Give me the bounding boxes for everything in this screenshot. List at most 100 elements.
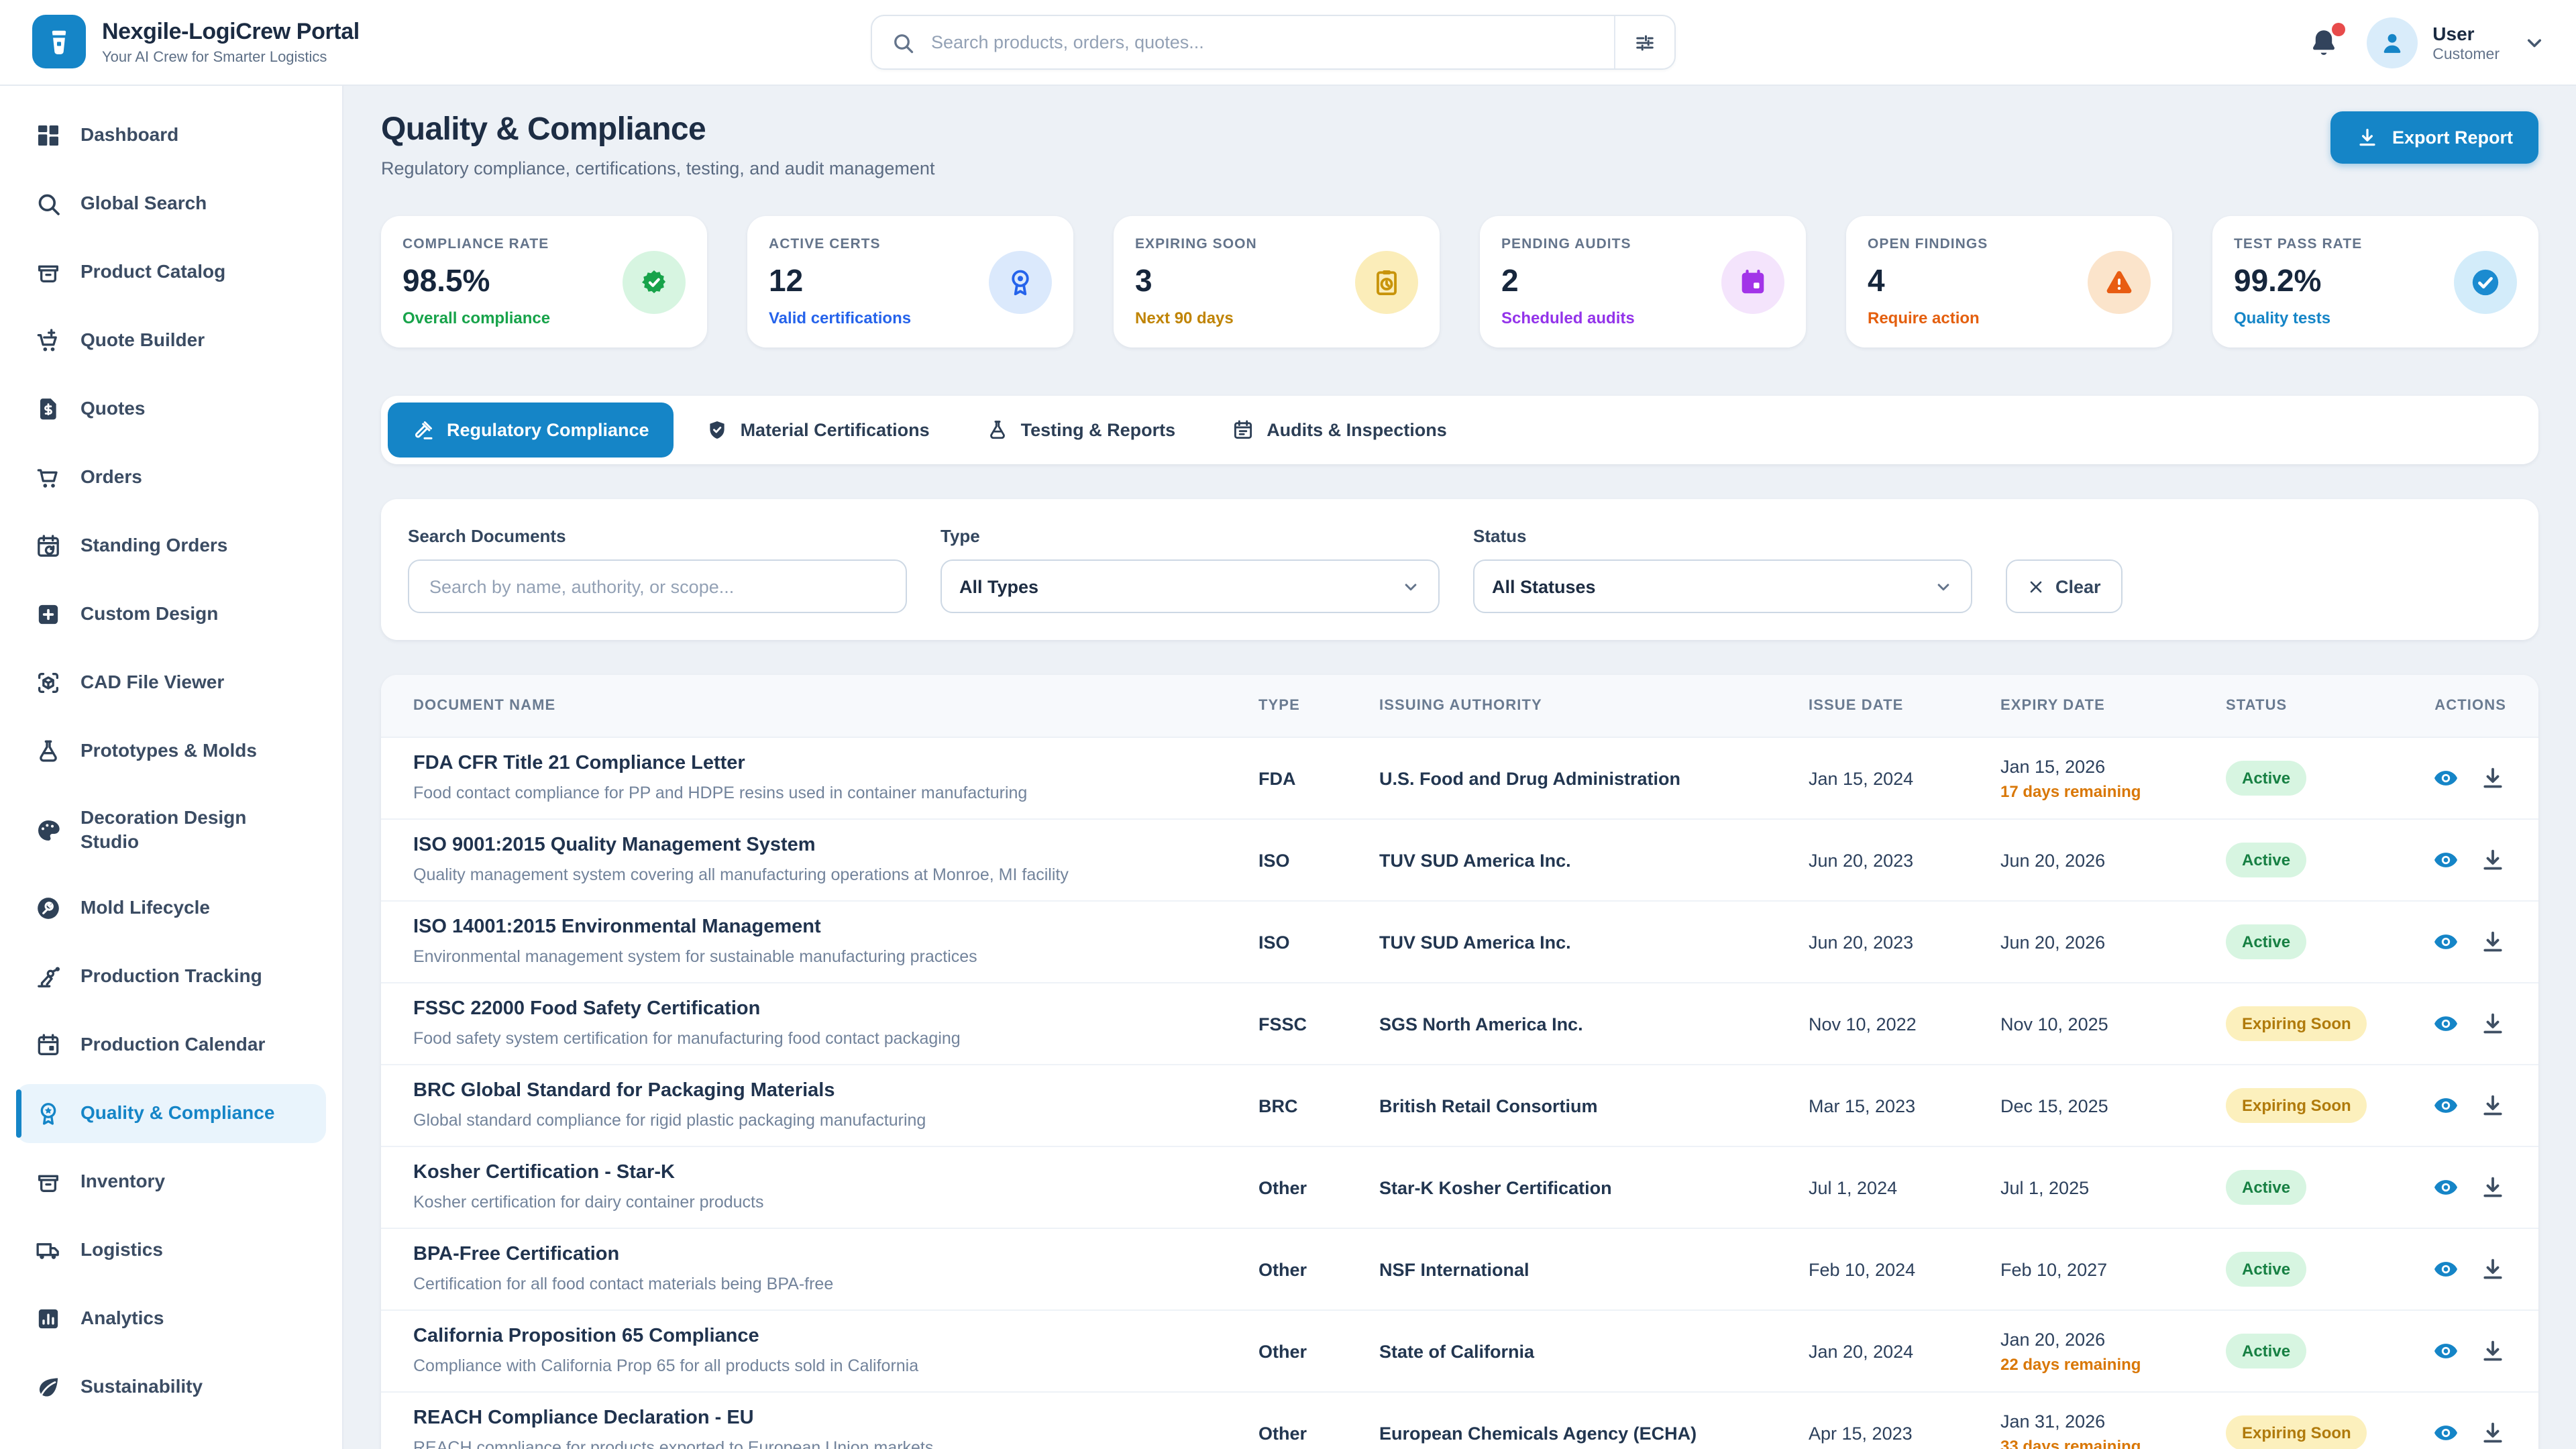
sidebar-item-label: Sustainability: [80, 1376, 203, 1399]
download-document-button[interactable]: [2479, 1338, 2506, 1364]
view-document-button[interactable]: [2432, 1010, 2459, 1037]
eye-icon: [2432, 847, 2459, 873]
tab[interactable]: Regulatory Compliance: [388, 402, 674, 458]
sidebar-item[interactable]: Decoration Design Studio: [16, 790, 326, 869]
status-badge: Active: [2226, 1170, 2306, 1205]
sidebar-item[interactable]: Standing Orders: [16, 517, 326, 576]
stat-icon-circle: [1721, 250, 1784, 313]
download-document-button[interactable]: [2479, 1174, 2506, 1201]
main-content: Quality & Compliance Regulatory complian…: [343, 85, 2576, 1449]
sidebar-item[interactable]: Quality & Compliance: [16, 1084, 326, 1143]
sidebar-item[interactable]: Global Search: [16, 174, 326, 233]
sidebar-item-label: Quality & Compliance: [80, 1102, 274, 1126]
column-header-issue-date: ISSUE DATE: [1809, 698, 2000, 714]
sidebar-item[interactable]: Quotes: [16, 380, 326, 439]
download-document-button[interactable]: [2479, 847, 2506, 873]
stat-label: ACTIVE CERTS: [769, 236, 911, 252]
expiry-date: Feb 10, 2027: [2000, 1259, 2226, 1279]
view-document-button[interactable]: [2432, 1092, 2459, 1119]
issuing-authority: U.S. Food and Drug Administration: [1379, 768, 1809, 788]
view-document-button[interactable]: [2432, 1174, 2459, 1201]
sidebar-item[interactable]: Custom Design: [16, 585, 326, 644]
issuing-authority: TUV SUD America Inc.: [1379, 932, 1809, 952]
sidebar-item-label: Mold Lifecycle: [80, 897, 210, 920]
status-badge: Active: [2226, 761, 2306, 796]
status-badge: Active: [2226, 924, 2306, 959]
wrench-circle-icon: [35, 895, 62, 922]
document-name: BPA-Free Certification: [413, 1243, 1258, 1267]
download-document-button[interactable]: [2479, 1092, 2506, 1119]
search-documents-label: Search Documents: [408, 526, 907, 546]
eye-icon: [2432, 1256, 2459, 1283]
column-header-type: TYPE: [1258, 698, 1379, 714]
search-icon: [35, 191, 62, 217]
calendar-sync-icon: [35, 533, 62, 559]
download-icon: [2479, 847, 2506, 873]
notifications-button[interactable]: [2308, 26, 2340, 58]
sidebar-item[interactable]: Quote Builder: [16, 311, 326, 370]
status-badge: Active: [2226, 1252, 2306, 1287]
search-filters-button[interactable]: [1614, 16, 1674, 68]
tab[interactable]: Testing & Reports: [962, 402, 1200, 458]
sidebar-item[interactable]: Inventory: [16, 1152, 326, 1212]
stat-subtext: Next 90 days: [1135, 309, 1257, 327]
sidebar-item-label: Prototypes & Molds: [80, 740, 257, 763]
stat-value: 99.2%: [2234, 263, 2362, 299]
document-description: REACH compliance for products exported t…: [413, 1437, 1258, 1449]
type-select-value: All Types: [959, 576, 1038, 596]
sidebar-item[interactable]: Product Catalog: [16, 243, 326, 302]
sidebar-item-label: Analytics: [80, 1307, 164, 1331]
user-menu[interactable]: User Customer: [2367, 17, 2546, 68]
table-row: Kosher Certification - Star-K Kosher cer…: [381, 1147, 2538, 1229]
type-select[interactable]: All Types: [941, 559, 1440, 613]
sidebar-item[interactable]: Orders: [16, 448, 326, 507]
sidebar-item[interactable]: Prototypes & Molds: [16, 722, 326, 781]
document-search-input[interactable]: [427, 575, 888, 598]
status-select[interactable]: All Statuses: [1473, 559, 1972, 613]
sidebar-item[interactable]: Production Tracking: [16, 947, 326, 1006]
document-type: Other: [1258, 1259, 1379, 1279]
view-document-button[interactable]: [2432, 765, 2459, 792]
container-logo-icon: [42, 24, 76, 59]
brand-subtitle: Your AI Crew for Smarter Logistics: [102, 49, 360, 65]
table-row: REACH Compliance Declaration - EU REACH …: [381, 1393, 2538, 1449]
download-document-button[interactable]: [2479, 1256, 2506, 1283]
expiry-date: Jan 20, 2026: [2000, 1329, 2226, 1349]
tab[interactable]: Material Certifications: [682, 402, 954, 458]
page-subtitle: Regulatory compliance, certifications, t…: [381, 158, 934, 178]
column-header-status: STATUS: [2226, 698, 2420, 714]
view-document-button[interactable]: [2432, 1338, 2459, 1364]
sidebar-item[interactable]: Mold Lifecycle: [16, 879, 326, 938]
download-document-button[interactable]: [2479, 765, 2506, 792]
document-description: Environmental management system for sust…: [413, 946, 1258, 968]
download-document-button[interactable]: [2479, 1419, 2506, 1446]
sidebar-item-label: Global Search: [80, 193, 207, 216]
stat-value: 12: [769, 263, 911, 299]
download-document-button[interactable]: [2479, 1010, 2506, 1037]
sidebar-item[interactable]: Production Calendar: [16, 1016, 326, 1075]
sidebar-item[interactable]: Dashboard: [16, 106, 326, 165]
sidebar-item[interactable]: CAD File Viewer: [16, 653, 326, 712]
table-row: California Proposition 65 Compliance Com…: [381, 1311, 2538, 1393]
download-document-button[interactable]: [2479, 928, 2506, 955]
view-document-button[interactable]: [2432, 928, 2459, 955]
box-icon: [35, 259, 62, 286]
view-document-button[interactable]: [2432, 847, 2459, 873]
expiry-date: Jan 15, 2026: [2000, 756, 2226, 776]
tab[interactable]: Audits & Inspections: [1208, 402, 1471, 458]
chevron-down-icon: [2522, 30, 2546, 54]
issue-date: Jan 15, 2024: [1809, 768, 2000, 788]
view-document-button[interactable]: [2432, 1256, 2459, 1283]
global-search-input[interactable]: [928, 31, 1614, 54]
document-name: ISO 14001:2015 Environmental Management: [413, 916, 1258, 939]
column-header-actions: ACTIONS: [2420, 698, 2506, 714]
sidebar-item[interactable]: Sustainability: [16, 1358, 326, 1417]
view-document-button[interactable]: [2432, 1419, 2459, 1446]
global-search-bar: [871, 15, 1676, 70]
export-report-button[interactable]: Export Report: [2330, 111, 2538, 164]
status-badge: Expiring Soon: [2226, 1006, 2367, 1041]
download-icon: [2479, 928, 2506, 955]
sidebar-item[interactable]: Logistics: [16, 1221, 326, 1280]
sidebar-item[interactable]: Analytics: [16, 1289, 326, 1348]
clear-filters-button[interactable]: Clear: [2006, 559, 2123, 613]
